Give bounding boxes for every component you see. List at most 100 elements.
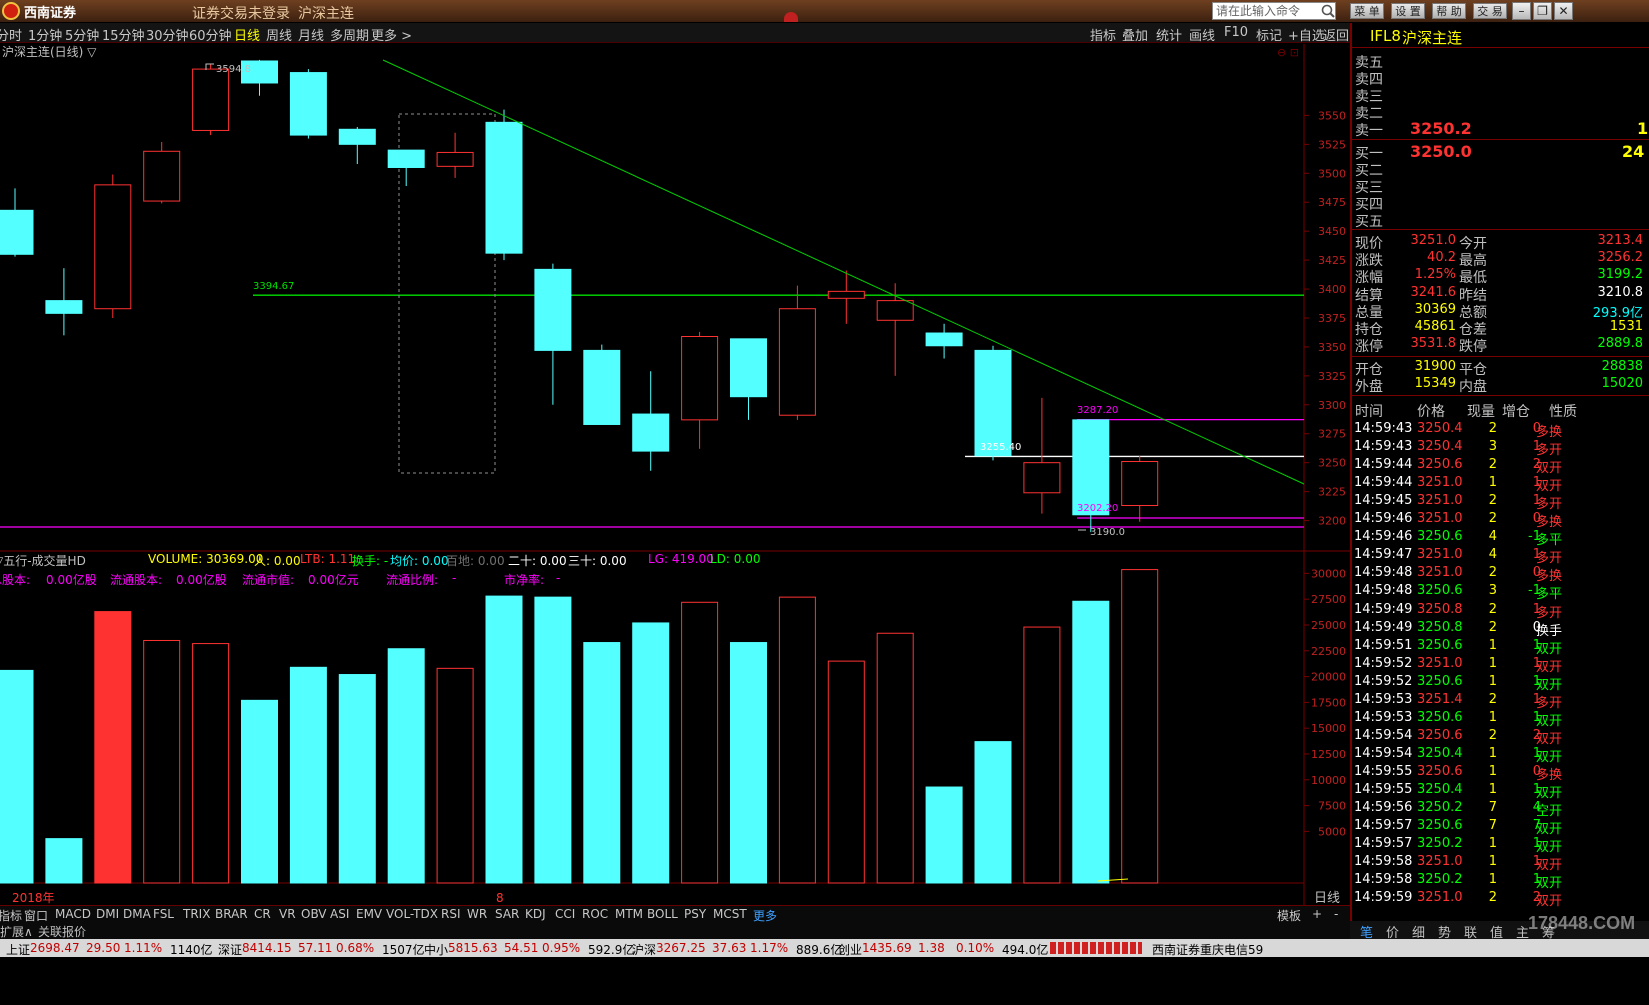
candle-body[interactable] — [1023, 462, 1061, 494]
volume-bar[interactable] — [876, 632, 914, 884]
period-weekly[interactable]: 周线 — [266, 25, 292, 44]
candle-body[interactable] — [632, 413, 670, 452]
chart-area[interactable]: 沪深主连(日线) ▽ ⊖ ⊡ 3550 3525 3500 3475 3450 3425 3… — [0, 44, 1350, 905]
candle-body[interactable] — [681, 336, 719, 421]
volume-bar[interactable] — [583, 642, 621, 884]
candle-body[interactable] — [387, 149, 425, 168]
volume-bar[interactable] — [827, 660, 865, 884]
volume-bar[interactable] — [485, 595, 523, 884]
tool-draw[interactable]: 画线 — [1189, 25, 1215, 44]
login-status[interactable]: 证券交易未登录 — [192, 3, 290, 23]
volume-bar[interactable] — [1121, 569, 1159, 884]
candle-body[interactable] — [1072, 419, 1110, 516]
trade-button[interactable]: 交 易 — [1473, 3, 1507, 19]
command-input[interactable]: 请在此输入命令 — [1212, 2, 1336, 20]
candle-body[interactable] — [925, 332, 963, 347]
indicator-tab-8[interactable]: CR — [254, 907, 271, 921]
period-15min[interactable]: 15分钟 — [102, 25, 145, 44]
candle-body[interactable] — [45, 300, 83, 314]
candle-body[interactable] — [974, 349, 1012, 457]
volume-bar[interactable] — [289, 666, 327, 884]
indicator-tab-16[interactable]: SAR — [495, 907, 519, 921]
indicator-tab-18[interactable]: CCI — [555, 907, 575, 921]
tool-add-watchlist[interactable]: +自选 — [1288, 25, 1325, 44]
indicator-tab-13[interactable]: VOL-TDX — [386, 907, 438, 921]
candle-body[interactable] — [876, 300, 914, 321]
template-control-2[interactable]: - — [1334, 907, 1338, 921]
tool-overlay[interactable]: 叠加 — [1122, 25, 1148, 44]
period-1min[interactable]: 1分钟 — [28, 25, 62, 44]
candle-body[interactable] — [0, 209, 34, 255]
candle-body[interactable] — [1121, 461, 1159, 507]
template-control-0[interactable]: 模板 — [1277, 907, 1301, 924]
tool-back[interactable]: 返回 — [1323, 25, 1349, 44]
indicator-tab-0[interactable]: 指标 — [0, 907, 22, 924]
volume-bar[interactable] — [1023, 626, 1061, 884]
volume-bar[interactable] — [338, 674, 376, 884]
indicator-tab-19[interactable]: ROC — [582, 907, 608, 921]
candle-body[interactable] — [534, 268, 572, 351]
candle-body[interactable] — [143, 150, 181, 202]
volume-bar[interactable] — [94, 611, 132, 884]
indicator-tab-10[interactable]: OBV — [301, 907, 327, 921]
period-60min[interactable]: 60分钟 — [189, 25, 232, 44]
volume-bar[interactable] — [925, 786, 963, 884]
indicator-tab-4[interactable]: DMA — [123, 907, 151, 921]
period-daily[interactable]: 日线 — [234, 25, 260, 44]
volume-bar[interactable] — [632, 622, 670, 884]
indicator-tab-12[interactable]: EMV — [356, 907, 382, 921]
close-icon[interactable]: ✕ — [1554, 2, 1573, 20]
volume-bar[interactable] — [778, 596, 816, 884]
tool-f10[interactable]: F10 — [1224, 25, 1248, 40]
tool-stats[interactable]: 统计 — [1156, 25, 1182, 44]
tool-mark[interactable]: 标记 — [1256, 25, 1282, 44]
volume-bar[interactable] — [534, 596, 572, 884]
volume-bar[interactable] — [241, 699, 278, 884]
indicator-tab-5[interactable]: FSL — [153, 907, 174, 921]
candle-body[interactable] — [436, 151, 474, 167]
settings-button[interactable]: 设 置 — [1391, 3, 1425, 19]
broker-server[interactable]: 西南证券重庆电信59 — [1152, 941, 1263, 958]
candle-body[interactable] — [289, 72, 327, 136]
volume-bar[interactable] — [0, 669, 34, 884]
restore-icon[interactable]: ❐ — [1533, 2, 1552, 20]
search-icon[interactable] — [1320, 3, 1336, 19]
help-button[interactable]: 帮 助 — [1432, 3, 1466, 19]
indicator-tab-17[interactable]: KDJ — [525, 907, 546, 921]
indicator-tab-1[interactable]: 窗口 — [24, 907, 48, 924]
chart-zoom-icon[interactable]: ⊖ ⊡ — [1277, 46, 1299, 59]
template-control-1[interactable]: + — [1312, 907, 1322, 921]
indicator-tab-3[interactable]: DMI — [96, 907, 119, 921]
period-more[interactable]: 更多 > — [371, 25, 412, 44]
volume-bar[interactable] — [143, 639, 181, 884]
period-intraday[interactable]: 分时 — [0, 25, 22, 44]
period-multi[interactable]: 多周期 — [330, 25, 369, 44]
period-30min[interactable]: 30分钟 — [146, 25, 189, 44]
indicator-tab-21[interactable]: BOLL — [647, 907, 678, 921]
indicator-tab-24[interactable]: 更多 — [753, 907, 777, 924]
volume-bar[interactable] — [1072, 600, 1110, 884]
indicator-tab-7[interactable]: BRAR — [215, 907, 248, 921]
indicator-tab-11[interactable]: ASI — [330, 907, 349, 921]
candle-body[interactable] — [192, 68, 230, 131]
candle-body[interactable] — [485, 121, 523, 254]
volume-bar[interactable] — [681, 601, 719, 884]
candle-body[interactable] — [778, 308, 816, 416]
period-monthly[interactable]: 月线 — [298, 25, 324, 44]
indicator-tab-20[interactable]: MTM — [615, 907, 643, 921]
indicator-tab-6[interactable]: TRIX — [183, 907, 210, 921]
volume-bar[interactable] — [974, 741, 1012, 884]
candle-body[interactable] — [94, 184, 132, 310]
collapse-toggle-icon[interactable] — [784, 12, 798, 22]
volume-bar[interactable] — [730, 642, 767, 884]
candle-body[interactable] — [730, 338, 767, 398]
expand-toggle[interactable]: 扩展∧ — [0, 923, 33, 940]
indicator-tab-9[interactable]: VR — [279, 907, 296, 921]
related-quotes-tab[interactable]: 关联报价 — [38, 923, 86, 940]
tool-indicator[interactable]: 指标 — [1090, 25, 1116, 44]
period-5min[interactable]: 5分钟 — [65, 25, 99, 44]
candle-body[interactable] — [583, 349, 621, 425]
indicator-tab-23[interactable]: MCST — [713, 907, 747, 921]
indicator-tab-14[interactable]: RSI — [441, 907, 461, 921]
indicator-tab-15[interactable]: WR — [467, 907, 487, 921]
